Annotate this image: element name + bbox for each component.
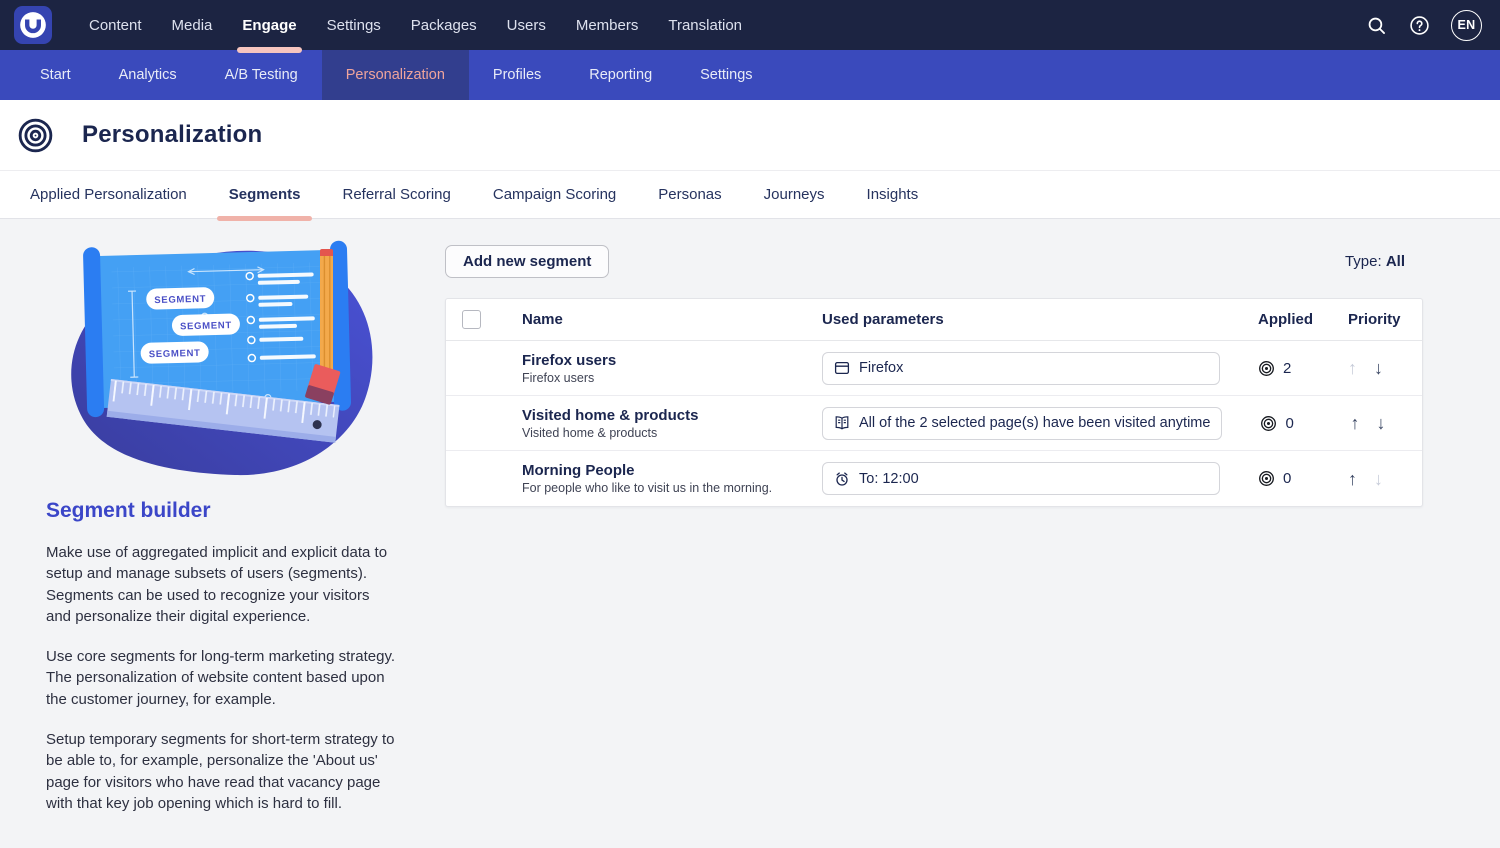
segment-name[interactable]: Visited home & products (522, 407, 822, 424)
segment-name[interactable]: Morning People (522, 462, 822, 479)
segments-main: Add new segment Type: All Name Used para… (445, 245, 1423, 507)
parameter-chip[interactable]: To: 12:00 (822, 462, 1220, 495)
bullseye-icon (1258, 360, 1275, 377)
table-row: Morning People For people who like to vi… (446, 451, 1422, 506)
topnav-item-media[interactable]: Media (157, 0, 228, 50)
illustration-segment-pill: SEGMENT (154, 294, 206, 306)
parameter-label: To: 12:00 (859, 471, 919, 487)
page-title: Personalization (82, 121, 262, 149)
column-header-priority: Priority (1335, 311, 1422, 328)
parameter-label: Firefox (859, 360, 903, 376)
column-header-name: Name (502, 311, 822, 328)
segment-builder-illustration: SEGMENT SEGMENT SEGMENT (55, 237, 385, 483)
table-row: Firefox users Firefox users Firefox (446, 341, 1422, 396)
top-navigation: Content Media Engage Settings Packages U… (0, 0, 1500, 50)
table-header-row: Name Used parameters Applied Priority (446, 299, 1422, 341)
open-book-icon (834, 415, 850, 431)
sidebar-heading: Segment builder (46, 499, 397, 523)
help-icon[interactable] (1408, 14, 1430, 36)
applied-count: 2 (1283, 360, 1291, 377)
sidebar-paragraph: Make use of aggregated implicit and expl… (46, 542, 397, 627)
type-filter-label: Type: (1345, 253, 1382, 270)
subnav-item-reporting[interactable]: Reporting (565, 50, 676, 100)
tab-campaign-scoring[interactable]: Campaign Scoring (472, 171, 637, 218)
segment-name[interactable]: Firefox users (522, 352, 822, 369)
column-header-applied: Applied (1240, 311, 1335, 328)
type-filter[interactable]: Type: All (1345, 253, 1423, 270)
tab-insights[interactable]: Insights (846, 171, 940, 218)
select-all-checkbox[interactable] (462, 310, 481, 329)
applied-count: 0 (1283, 470, 1291, 487)
parameter-chip[interactable]: Firefox (822, 352, 1220, 385)
personalization-tabs: Applied Personalization Segments Referra… (0, 170, 1500, 219)
topnav-item-engage[interactable]: Engage (227, 0, 311, 50)
tab-applied-personalization[interactable]: Applied Personalization (9, 171, 208, 218)
parameter-label: All of the 2 selected page(s) have been … (859, 415, 1210, 431)
tab-journeys[interactable]: Journeys (743, 171, 846, 218)
illustration-segment-pill: SEGMENT (149, 348, 201, 360)
topnav-item-content[interactable]: Content (74, 0, 157, 50)
search-icon[interactable] (1365, 14, 1387, 36)
priority-down-button[interactable]: ↓ (1376, 414, 1385, 432)
alarm-clock-icon (834, 471, 850, 487)
applied-count: 0 (1285, 415, 1293, 432)
segment-description: Firefox users (522, 371, 822, 385)
priority-down-button[interactable]: ↓ (1374, 470, 1383, 488)
priority-up-button[interactable]: ↑ (1348, 470, 1357, 488)
bullseye-icon (1260, 415, 1277, 432)
priority-down-button[interactable]: ↓ (1374, 359, 1383, 377)
topnav-item-packages[interactable]: Packages (396, 0, 492, 50)
segment-description: Visited home & products (522, 426, 822, 440)
segments-table: Name Used parameters Applied Priority Fi… (445, 298, 1423, 507)
subnav-item-settings[interactable]: Settings (676, 50, 776, 100)
subnav-item-profiles[interactable]: Profiles (469, 50, 565, 100)
priority-up-button[interactable]: ↑ (1348, 359, 1357, 377)
segments-toolbar: Add new segment Type: All (445, 245, 1423, 277)
umbraco-logo[interactable] (14, 6, 52, 44)
column-header-used-parameters: Used parameters (822, 311, 1240, 328)
user-avatar[interactable]: EN (1451, 10, 1482, 41)
tab-referral-scoring[interactable]: Referral Scoring (321, 171, 471, 218)
table-row: Visited home & products Visited home & p… (446, 396, 1422, 451)
segment-description: For people who like to visit us in the m… (522, 481, 822, 495)
topnav-items: Content Media Engage Settings Packages U… (74, 0, 757, 50)
topnav-item-members[interactable]: Members (561, 0, 654, 50)
engage-sub-navigation: Start Analytics A/B Testing Personalizat… (0, 50, 1500, 100)
priority-up-button[interactable]: ↑ (1350, 414, 1359, 432)
topnav-right: EN (1365, 10, 1482, 41)
bullseye-icon (1258, 470, 1275, 487)
sidebar-paragraph: Use core segments for long-term marketin… (46, 646, 397, 710)
topnav-item-translation[interactable]: Translation (653, 0, 757, 50)
content-area: SEGMENT SEGMENT SEGMENT (0, 219, 1500, 848)
illustration-segment-pill: SEGMENT (180, 320, 232, 332)
add-new-segment-button[interactable]: Add new segment (445, 245, 609, 278)
bullseye-icon (17, 117, 54, 154)
segment-builder-sidebar: SEGMENT SEGMENT SEGMENT (45, 237, 397, 814)
tab-segments[interactable]: Segments (208, 171, 322, 218)
page-header: Personalization (0, 100, 1500, 170)
type-filter-value: All (1386, 253, 1405, 270)
tab-personas[interactable]: Personas (637, 171, 742, 218)
topnav-item-users[interactable]: Users (492, 0, 561, 50)
subnav-item-analytics[interactable]: Analytics (95, 50, 201, 100)
sidebar-paragraph: Setup temporary segments for short-term … (46, 729, 397, 814)
browser-window-icon (834, 360, 850, 376)
parameter-chip[interactable]: All of the 2 selected page(s) have been … (822, 407, 1222, 440)
subnav-item-start[interactable]: Start (16, 50, 95, 100)
subnav-item-ab-testing[interactable]: A/B Testing (201, 50, 322, 100)
topnav-item-settings[interactable]: Settings (312, 0, 396, 50)
subnav-item-personalization[interactable]: Personalization (322, 50, 469, 100)
